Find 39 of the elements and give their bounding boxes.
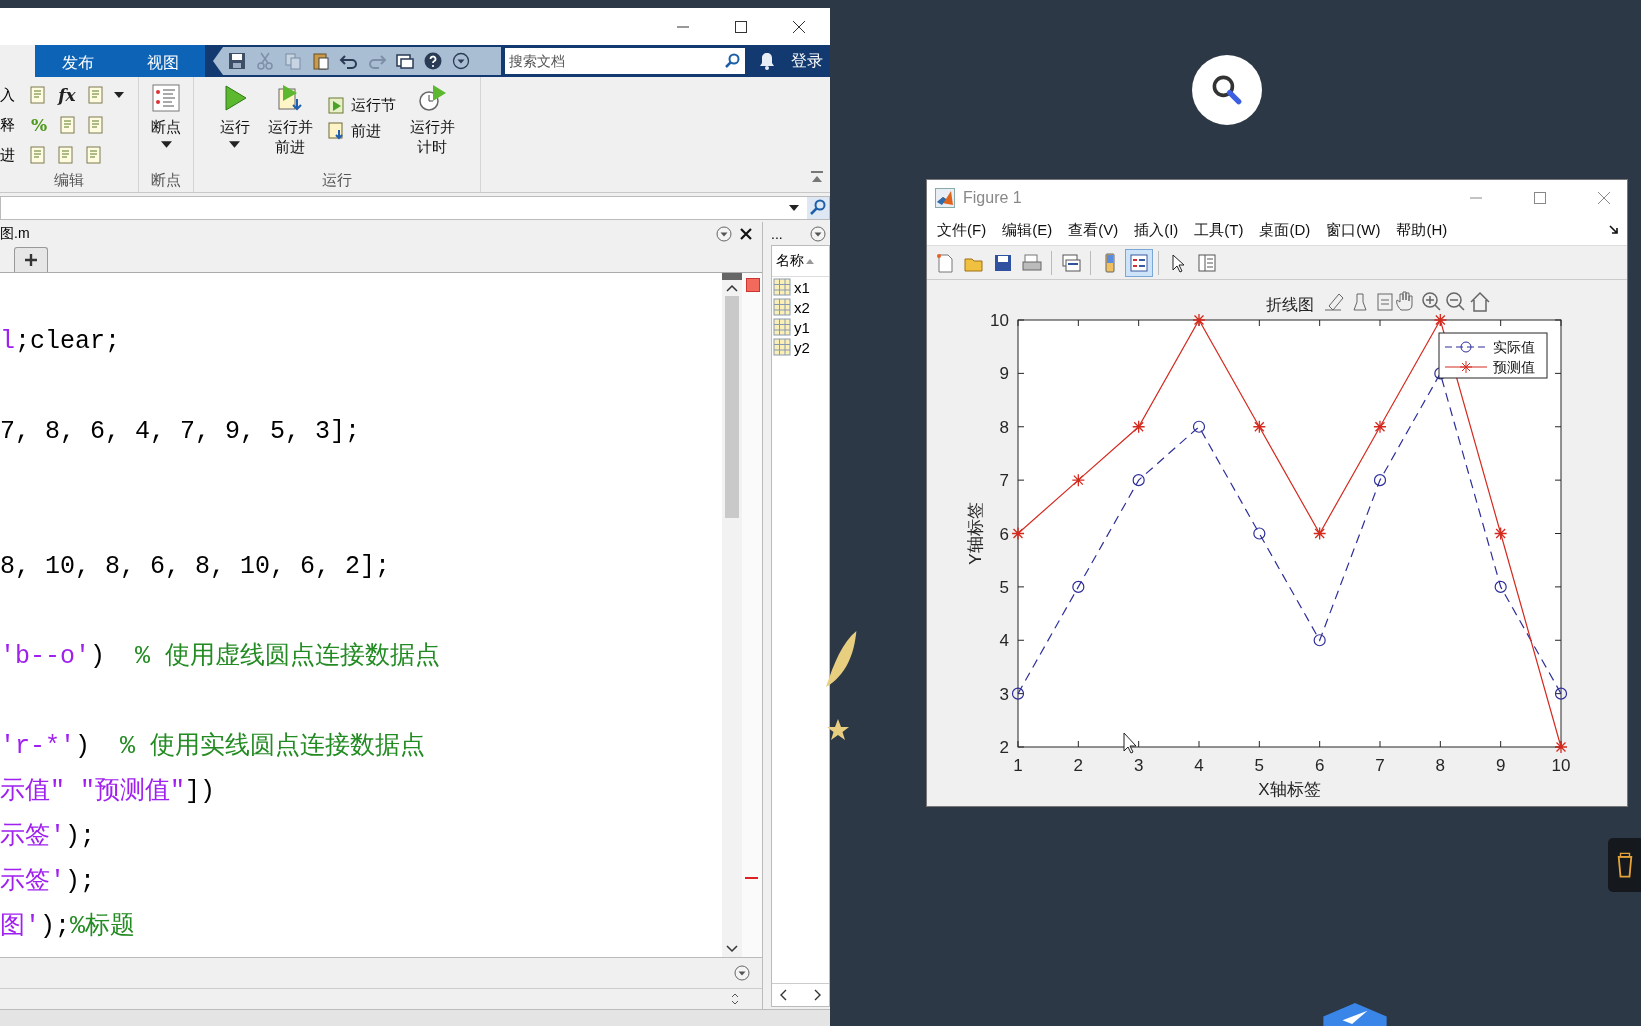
- x-tick-label: 2: [1073, 756, 1084, 775]
- panel-title: ...: [771, 225, 783, 242]
- legend-label: 预测值: [1493, 360, 1535, 375]
- window-title: Figure 1: [963, 188, 1022, 207]
- y-tick-label: 8: [999, 417, 1009, 437]
- code-line: 8, 10, 8, 6, 8, 10, 6, 2];: [0, 551, 391, 583]
- x-tick-label: 10: [1551, 756, 1571, 775]
- x-tick-label: 4: [1194, 756, 1204, 775]
- x-tick-label: 1: [1013, 756, 1023, 775]
- code-line: 示签');: [0, 821, 96, 853]
- y-tick-label: 3: [999, 684, 1009, 704]
- legend-label: 实际值: [1493, 340, 1535, 355]
- y-tick-label: 4: [999, 631, 1009, 651]
- y-tick-label: 7: [999, 471, 1009, 491]
- x-tick-label: 8: [1435, 756, 1446, 775]
- code-line: 示签');: [0, 866, 96, 898]
- y-tick-label: 6: [999, 524, 1009, 544]
- x-tick-label: 7: [1375, 756, 1385, 775]
- chart-title: 折线图: [1265, 296, 1314, 313]
- group-label: 运行: [322, 171, 352, 190]
- group-label: 断点: [151, 171, 181, 190]
- y-tick-label: 2: [999, 738, 1009, 757]
- code-line: l;clear;: [0, 326, 121, 358]
- x-tick-label: 3: [1133, 756, 1144, 775]
- y-tick-label: 5: [999, 577, 1009, 597]
- code-line: 图');%标题: [0, 911, 136, 943]
- x-tick-label: 6: [1314, 756, 1325, 775]
- x-tick-label: 5: [1254, 756, 1265, 775]
- file-name: 图.m: [0, 224, 30, 243]
- y-axis-label: Y轴标签: [966, 502, 985, 565]
- code-line: 'r-*') % 使用实线圆点连接数据点: [0, 731, 426, 763]
- code-line: 7, 8, 6, 4, 7, 9, 5, 3];: [0, 416, 361, 448]
- y-tick-label: 10: [990, 311, 1009, 330]
- x-tick-label: 9: [1495, 756, 1506, 775]
- code-line: 示值" "预测值"]): [0, 776, 216, 808]
- y-tick-label: 9: [999, 364, 1009, 384]
- x-axis-label: X轴标签: [1258, 780, 1321, 799]
- code-line: 'b--o') % 使用虚线圆点连接数据点: [0, 641, 441, 673]
- group-label: 编辑: [54, 171, 84, 190]
